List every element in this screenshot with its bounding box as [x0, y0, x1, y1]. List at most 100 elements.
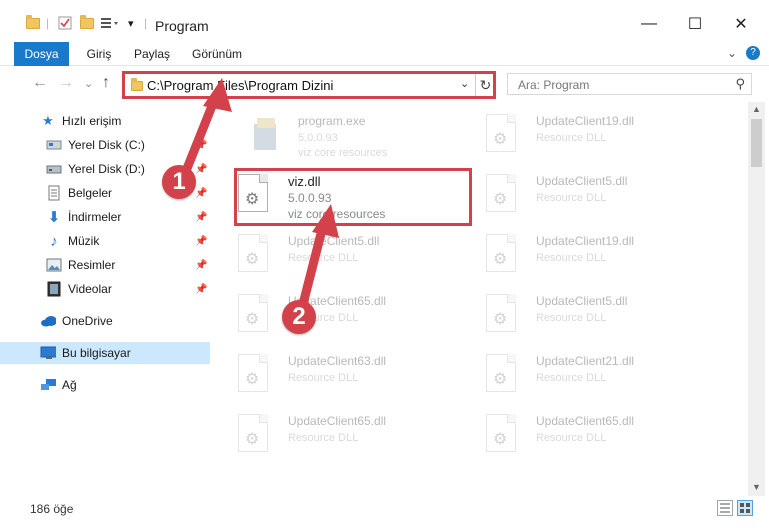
file-description: viz core resources: [298, 147, 388, 159]
customize-toolbar-icon[interactable]: [100, 14, 122, 32]
sidebar-item-label: Yerel Disk (D:): [68, 162, 145, 176]
sidebar-item-label: Resimler: [68, 258, 116, 272]
properties-icon[interactable]: [58, 14, 72, 32]
file-description: Resource DLL: [288, 372, 359, 384]
sidebar-item-downloads[interactable]: ⬇ İndirmeler 📌: [0, 206, 210, 228]
pin-icon[interactable]: 📌: [195, 284, 207, 295]
title-bar: | ▾ | Program — ☐ ✕: [0, 0, 769, 42]
file-description: Resource DLL: [536, 132, 607, 144]
dll-file-icon: ⚙: [238, 294, 272, 334]
cloud-icon: [40, 313, 56, 329]
file-name: UpdateClient65.dll: [536, 414, 635, 428]
file-description: Resource DLL: [288, 252, 359, 264]
forward-button[interactable]: →: [58, 74, 74, 92]
file-description: Resource DLL: [536, 252, 607, 264]
pin-icon[interactable]: 📌: [195, 236, 207, 247]
file-item[interactable]: ⚙ UpdateClient65.dll Resource DLL: [222, 406, 457, 462]
vertical-scrollbar[interactable]: ▲ ▼: [748, 102, 765, 496]
exe-file-icon: [248, 114, 282, 154]
search-box[interactable]: Ara: Program ⚲: [507, 73, 752, 95]
search-icon[interactable]: ⚲: [735, 76, 745, 92]
address-dropdown-icon[interactable]: ⌄: [460, 77, 469, 90]
sidebar-item-label: Yerel Disk (C:): [68, 138, 145, 152]
sidebar-item-local-disk-c[interactable]: Yerel Disk (C:) 📌: [0, 134, 210, 156]
file-item[interactable]: ⚙ UpdateClient65.dll Resource DLL: [470, 406, 705, 462]
search-input[interactable]: Ara: Program: [518, 78, 589, 92]
sidebar-item-label: Müzik: [68, 234, 100, 248]
file-item[interactable]: ⚙ UpdateClient19.dll Resource DLL: [470, 226, 705, 282]
tab-view[interactable]: Görünüm: [186, 42, 248, 66]
status-bar: 186 öğe: [0, 496, 769, 532]
tiles-view-icon[interactable]: [737, 500, 753, 516]
pin-icon[interactable]: 📌: [195, 212, 207, 223]
file-name: UpdateClient65.dll: [288, 414, 387, 428]
sidebar-item-videos[interactable]: Videolar 📌: [0, 278, 210, 300]
file-item[interactable]: ⚙ UpdateClient5.dll Resource DLL: [470, 166, 705, 222]
maximize-button[interactable]: ☐: [672, 10, 718, 38]
file-name: UpdateClient19.dll: [536, 114, 635, 128]
tab-file[interactable]: Dosya: [14, 42, 69, 66]
drive-icon: [46, 161, 62, 177]
file-item[interactable]: ⚙ UpdateClient63.dll Resource DLL: [222, 346, 457, 402]
ribbon-tabs: Dosya Giriş Paylaş Görünüm ⌄ ?: [0, 42, 769, 66]
dll-file-icon: ⚙: [486, 354, 520, 394]
up-button[interactable]: ↑: [102, 74, 110, 92]
pin-icon[interactable]: 📌: [195, 260, 207, 271]
dll-file-icon: ⚙: [486, 114, 520, 154]
close-button[interactable]: ✕: [718, 10, 764, 38]
expand-ribbon-icon[interactable]: ⌄: [727, 46, 737, 60]
new-folder-icon[interactable]: [80, 14, 94, 32]
sidebar-item-this-pc[interactable]: Bu bilgisayar: [0, 342, 210, 364]
file-item[interactable]: ⚙ UpdateClient19.dll Resource DLL: [470, 106, 705, 162]
recent-locations-button[interactable]: ⌄: [84, 77, 93, 90]
file-item-program-exe[interactable]: program.exe 5.0.0.93 viz core resources: [232, 106, 467, 162]
pin-icon[interactable]: 📌: [195, 164, 207, 175]
sidebar-item-label: İndirmeler: [68, 210, 122, 224]
file-description: Resource DLL: [536, 372, 607, 384]
sidebar-item-label: OneDrive: [62, 314, 113, 328]
file-description: Resource DLL: [536, 432, 607, 444]
file-item[interactable]: ⚙ UpdateClient65.dll Resource DLL: [222, 286, 457, 342]
documents-icon: [46, 185, 62, 201]
scroll-thumb[interactable]: [751, 119, 762, 167]
minimize-button[interactable]: —: [626, 10, 672, 38]
file-item[interactable]: ⚙ UpdateClient5.dll Resource DLL: [470, 286, 705, 342]
pin-icon[interactable]: 📌: [195, 188, 207, 199]
file-item[interactable]: ⚙ UpdateClient21.dll Resource DLL: [470, 346, 705, 402]
drive-icon: [46, 137, 62, 153]
back-button[interactable]: ←: [32, 74, 48, 92]
scroll-down-icon[interactable]: ▼: [752, 482, 761, 492]
scroll-up-icon[interactable]: ▲: [752, 104, 761, 114]
sidebar-item-label: Bu bilgisayar: [62, 346, 131, 360]
refresh-button[interactable]: ↻: [475, 74, 495, 96]
address-path[interactable]: C:\Program Files\Program Dizini: [147, 78, 333, 93]
address-bar[interactable]: C:\Program Files\Program Dizini ⌄ ↻: [122, 71, 496, 99]
item-count: 186 öğe: [30, 502, 74, 516]
tab-share[interactable]: Paylaş: [128, 42, 176, 66]
file-description: Resource DLL: [536, 192, 607, 204]
file-description: Resource DLL: [536, 312, 607, 324]
sidebar-item-pictures[interactable]: Resimler 📌: [0, 254, 210, 276]
videos-icon: [46, 281, 62, 297]
file-version: 5.0.0.93: [298, 132, 338, 144]
sidebar-item-network[interactable]: Ağ: [0, 374, 210, 396]
sidebar-item-label: Hızlı erişim: [62, 114, 122, 128]
dll-file-icon: ⚙: [238, 234, 272, 274]
help-icon[interactable]: ?: [746, 46, 760, 60]
dll-file-icon: ⚙: [238, 354, 272, 394]
tab-home[interactable]: Giriş: [78, 42, 120, 66]
pin-icon[interactable]: 📌: [195, 140, 207, 151]
sidebar-item-music[interactable]: ♪ Müzik 📌: [0, 230, 210, 252]
file-name: program.exe: [298, 114, 366, 128]
file-item[interactable]: ⚙ UpdateClient5.dll Resource DLL: [222, 226, 457, 282]
dll-file-icon: ⚙: [486, 174, 520, 214]
dll-file-icon: ⚙: [238, 414, 272, 454]
folder-icon: [131, 78, 143, 91]
file-name: UpdateClient21.dll: [536, 354, 635, 368]
computer-icon: [40, 345, 56, 361]
sidebar-item-quick-access[interactable]: ★ Hızlı erişim: [0, 110, 210, 132]
folder-icon[interactable]: [26, 14, 40, 32]
details-view-icon[interactable]: [717, 500, 733, 516]
sidebar-item-onedrive[interactable]: OneDrive: [0, 310, 210, 332]
quick-access-dropdown-icon[interactable]: ▾: [128, 14, 134, 32]
